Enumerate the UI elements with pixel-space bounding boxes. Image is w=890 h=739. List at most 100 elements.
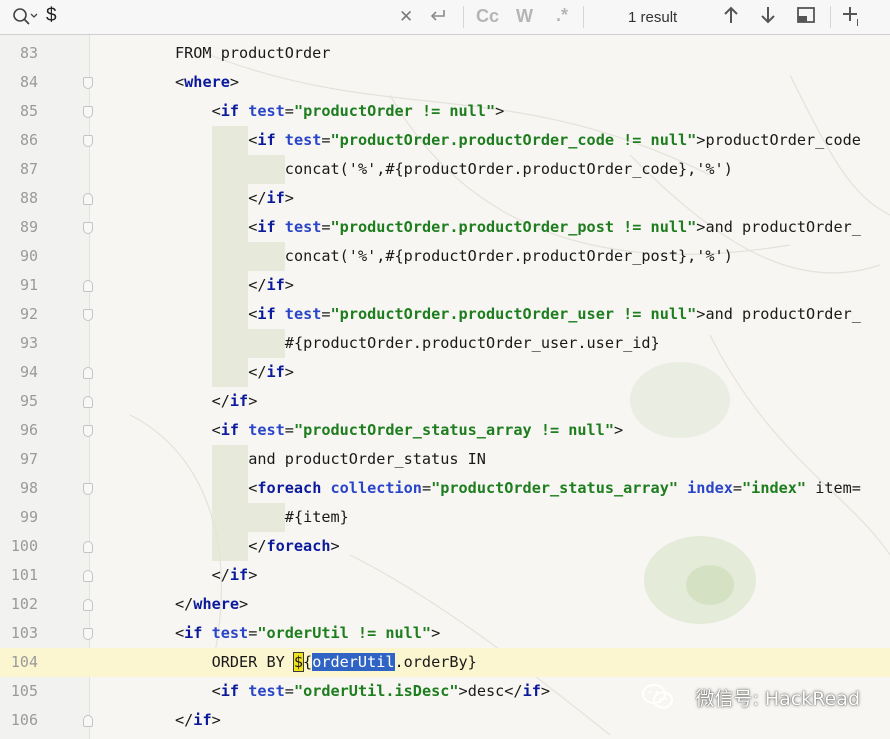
fold-close-icon[interactable] bbox=[83, 541, 93, 553]
find-bar: $ ✕ Cc W .* 1 result I bbox=[0, 0, 890, 35]
code-text: ORDER BY ${orderUtil.orderBy} bbox=[211, 652, 477, 672]
code-text: </if> bbox=[248, 189, 294, 207]
previous-occurrence-icon[interactable] bbox=[722, 5, 740, 31]
scope-highlight bbox=[211, 445, 249, 474]
code-text: #{productOrder.productOrder_user.user_id… bbox=[284, 334, 660, 352]
code-line[interactable]: 85 <if test="productOrder != null"> bbox=[0, 97, 890, 126]
line-number: 102 bbox=[10, 595, 38, 613]
line-number: 83 bbox=[19, 44, 38, 62]
fold-open-icon[interactable] bbox=[83, 309, 93, 321]
code-line[interactable]: 101 </if> bbox=[0, 561, 890, 590]
scope-highlight bbox=[211, 242, 285, 271]
code-text: FROM productOrder bbox=[175, 44, 331, 62]
code-text: <if test="productOrder.productOrder_code… bbox=[248, 131, 861, 149]
fold-open-icon[interactable] bbox=[83, 135, 93, 147]
code-text: <foreach collection="productOrder_status… bbox=[248, 479, 861, 497]
code-line[interactable]: 97 and productOrder_status IN bbox=[0, 445, 890, 474]
code-text: concat('%',#{productOrder.productOrder_p… bbox=[284, 247, 733, 265]
clear-icon[interactable]: ✕ bbox=[399, 7, 413, 27]
search-input[interactable]: $ bbox=[46, 5, 57, 27]
line-number: 94 bbox=[19, 363, 38, 381]
fold-close-icon[interactable] bbox=[83, 367, 93, 379]
regex-icon[interactable]: .* bbox=[556, 5, 568, 26]
code-text: #{item} bbox=[284, 508, 349, 526]
fold-open-icon[interactable] bbox=[83, 425, 93, 437]
code-line[interactable]: 83 FROM productOrder bbox=[0, 39, 890, 68]
code-text: <if test="orderUtil != null"> bbox=[175, 624, 441, 642]
code-line[interactable]: 104 ORDER BY ${orderUtil.orderBy} bbox=[0, 648, 890, 677]
line-number: 98 bbox=[19, 479, 38, 497]
scope-highlight bbox=[211, 184, 249, 213]
line-number: 86 bbox=[19, 131, 38, 149]
fold-open-icon[interactable] bbox=[83, 483, 93, 495]
whole-words-icon[interactable]: W bbox=[516, 6, 533, 27]
code-text: </if> bbox=[211, 566, 258, 584]
code-line[interactable]: 84 <where> bbox=[0, 68, 890, 97]
line-number: 100 bbox=[10, 537, 38, 555]
fold-open-icon[interactable] bbox=[83, 222, 93, 234]
line-number: 84 bbox=[19, 73, 38, 91]
watermark-text: 微信号: HackRead bbox=[695, 688, 860, 710]
line-number: 106 bbox=[10, 711, 38, 729]
code-line[interactable]: 89 <if test="productOrder.productOrder_po… bbox=[0, 213, 890, 242]
fold-open-icon[interactable] bbox=[83, 77, 93, 89]
code-line[interactable]: 96 <if test="productOrder_status_array !=… bbox=[0, 416, 890, 445]
code-line[interactable]: 94 </if> bbox=[0, 358, 890, 387]
code-line[interactable]: 88 </if> bbox=[0, 184, 890, 213]
scope-highlight bbox=[211, 300, 249, 329]
code-text: <if test="orderUtil.isDesc">desc</if> bbox=[211, 682, 551, 700]
line-number: 99 bbox=[19, 508, 38, 526]
text-selection: orderUtil bbox=[312, 653, 395, 671]
code-line[interactable]: 95 </if> bbox=[0, 387, 890, 416]
code-line[interactable]: 90 concat('%',#{productOrder.productOrder… bbox=[0, 242, 890, 271]
line-number: 96 bbox=[19, 421, 38, 439]
code-line[interactable]: 92 <if test="productOrder.productOrder_us… bbox=[0, 300, 890, 329]
search-result-count: 1 result bbox=[628, 9, 678, 26]
code-text: concat('%',#{productOrder.productOrder_c… bbox=[284, 160, 733, 178]
line-number: 90 bbox=[19, 247, 38, 265]
code-text: </if> bbox=[175, 711, 221, 729]
code-line[interactable]: 91 </if> bbox=[0, 271, 890, 300]
code-text: <if test="productOrder_status_array != n… bbox=[211, 421, 624, 439]
fold-close-icon[interactable] bbox=[83, 193, 93, 205]
line-number: 103 bbox=[10, 624, 38, 642]
fold-open-icon[interactable] bbox=[83, 106, 93, 118]
scope-highlight bbox=[211, 213, 249, 242]
line-number: 89 bbox=[19, 218, 38, 236]
fold-close-icon[interactable] bbox=[83, 280, 93, 292]
code-line[interactable]: 98 <foreach collection="productOrder_stat… bbox=[0, 474, 890, 503]
code-text: <if test="productOrder.productOrder_user… bbox=[248, 305, 861, 323]
scope-highlight bbox=[211, 155, 285, 184]
code-line[interactable]: 87 concat('%',#{productOrder.productOrder… bbox=[0, 155, 890, 184]
scope-highlight bbox=[211, 532, 249, 561]
line-number: 95 bbox=[19, 392, 38, 410]
fold-open-icon[interactable] bbox=[83, 628, 93, 640]
match-case-icon[interactable]: Cc bbox=[476, 6, 499, 27]
add-selection-icon[interactable]: I bbox=[842, 5, 868, 33]
code-text: </foreach> bbox=[248, 537, 340, 555]
code-text: </if> bbox=[248, 363, 294, 381]
code-line[interactable]: 93 #{productOrder.productOrder_user.user_… bbox=[0, 329, 890, 358]
line-number: 88 bbox=[19, 189, 38, 207]
code-line[interactable]: 100 </foreach> bbox=[0, 532, 890, 561]
filter-search-results-icon[interactable] bbox=[796, 5, 816, 31]
fold-close-icon[interactable] bbox=[83, 599, 93, 611]
line-number: 91 bbox=[19, 276, 38, 294]
code-line[interactable]: 99 #{item} bbox=[0, 503, 890, 532]
line-number: 93 bbox=[19, 334, 38, 352]
code-line[interactable]: 103 <if test="orderUtil != null"> bbox=[0, 619, 890, 648]
wechat-logo-icon bbox=[640, 682, 676, 716]
replace-icon[interactable] bbox=[428, 7, 448, 30]
code-text: </if> bbox=[248, 276, 294, 294]
code-text: and productOrder_status IN bbox=[248, 450, 486, 468]
code-line[interactable]: 102 </where> bbox=[0, 590, 890, 619]
next-occurrence-icon[interactable] bbox=[759, 5, 777, 31]
line-number: 92 bbox=[19, 305, 38, 323]
fold-close-icon[interactable] bbox=[83, 396, 93, 408]
search-icon[interactable] bbox=[12, 6, 38, 34]
scope-highlight bbox=[211, 503, 285, 532]
scope-highlight bbox=[211, 329, 285, 358]
code-line[interactable]: 86 <if test="productOrder.productOrder_co… bbox=[0, 126, 890, 155]
fold-close-icon[interactable] bbox=[83, 570, 93, 582]
fold-close-icon[interactable] bbox=[83, 715, 93, 727]
